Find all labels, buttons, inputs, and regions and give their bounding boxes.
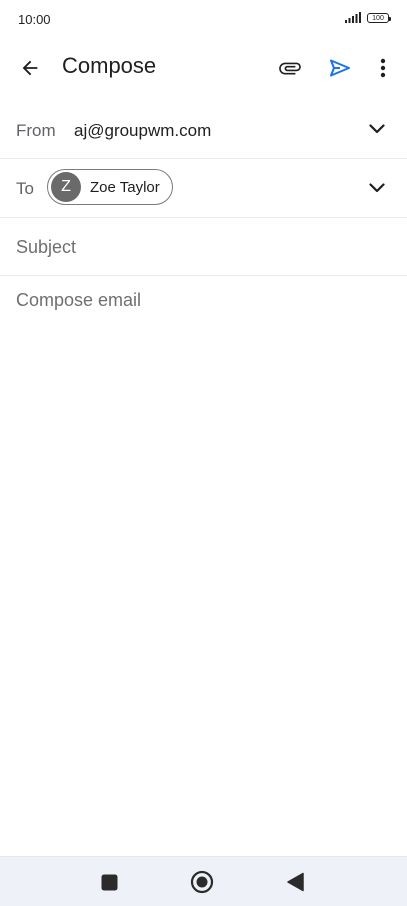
- send-icon: [330, 59, 350, 77]
- avatar: Z: [51, 172, 81, 202]
- status-icons: 100: [345, 12, 391, 23]
- paperclip-icon: [279, 62, 301, 75]
- to-expand-button[interactable]: [367, 178, 387, 198]
- more-options-button[interactable]: [368, 48, 398, 88]
- battery-level: 100: [372, 14, 384, 22]
- subject-row: [0, 218, 407, 276]
- chevron-down-icon: [369, 183, 385, 193]
- home-button[interactable]: [189, 869, 215, 895]
- chevron-down-icon: [369, 124, 385, 134]
- home-circle-icon: [190, 870, 214, 894]
- status-time: 10:00: [18, 12, 51, 27]
- from-address[interactable]: aj@groupwm.com: [74, 121, 211, 141]
- recipient-chip[interactable]: Z Zoe Taylor: [47, 169, 173, 205]
- to-row[interactable]: To Z Zoe Taylor: [0, 159, 407, 218]
- from-expand-button[interactable]: [367, 119, 387, 139]
- system-back-button[interactable]: [284, 871, 306, 893]
- to-label: To: [16, 179, 34, 198]
- send-button[interactable]: [322, 48, 358, 88]
- battery-icon: 100: [367, 12, 391, 23]
- from-row[interactable]: From aj@groupwm.com: [0, 100, 407, 159]
- signal-icon: [345, 12, 361, 23]
- system-nav-bar: [0, 856, 407, 906]
- status-bar: 10:00 100: [0, 0, 407, 40]
- back-button[interactable]: [12, 48, 48, 88]
- back-triangle-icon: [287, 872, 304, 892]
- app-bar: Compose: [0, 40, 407, 96]
- from-label: From: [16, 121, 56, 140]
- back-arrow-icon: [22, 60, 38, 76]
- recents-button[interactable]: [99, 872, 119, 892]
- attach-button[interactable]: [272, 48, 308, 88]
- page-title: Compose: [62, 53, 157, 78]
- subject-input[interactable]: [16, 234, 386, 260]
- more-vertical-icon: [380, 58, 386, 78]
- compose-body-input[interactable]: [16, 290, 391, 830]
- recents-square-icon: [101, 874, 117, 890]
- recipient-name: Zoe Taylor: [90, 178, 160, 196]
